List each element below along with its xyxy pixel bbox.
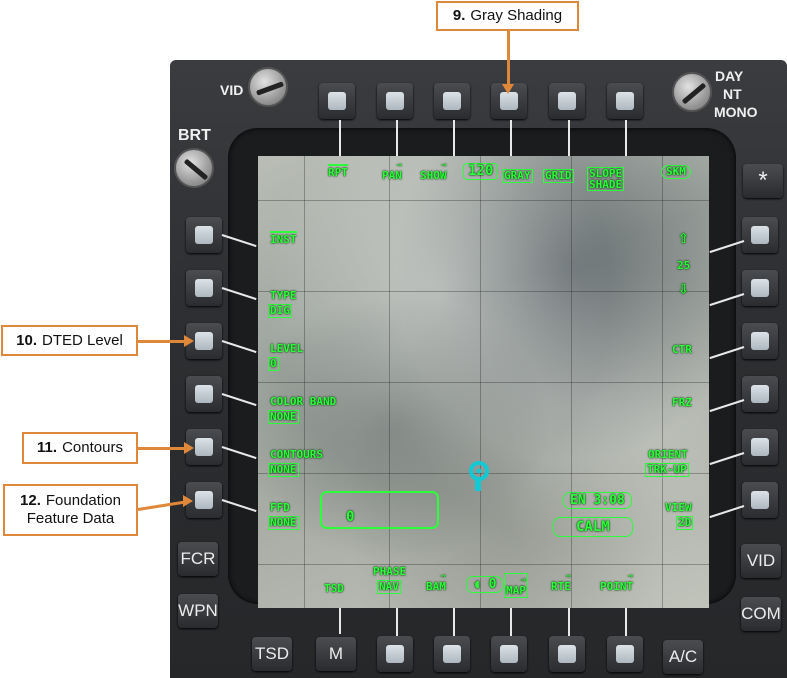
- show-label: ➞ SHOW: [420, 161, 447, 182]
- ownship-icon: [468, 460, 490, 497]
- contours-value: NONE: [268, 463, 299, 477]
- bam-label: ➞ BAM: [426, 572, 446, 593]
- pan-label: ➞ PAN: [382, 161, 402, 182]
- range-down-arrow-icon: ⇩: [678, 278, 689, 299]
- b4-button[interactable]: [549, 636, 585, 672]
- l1-button[interactable]: [186, 217, 222, 253]
- t3-button[interactable]: [434, 83, 470, 119]
- fcr-button[interactable]: FCR: [178, 542, 218, 576]
- dted-level-label: LEVEL: [270, 342, 304, 355]
- mono-mode-label: MONO: [714, 104, 758, 120]
- callout-gray-shading: 9. Gray Shading: [436, 1, 579, 31]
- vid-knob-label: VID: [220, 82, 244, 98]
- m-button[interactable]: M: [316, 637, 356, 671]
- slope-shade-option: SLOPE SHADE: [587, 167, 625, 191]
- orient-label: ORIENT: [648, 448, 688, 461]
- orient-value: TRK-UP: [645, 463, 689, 477]
- rte-label: ➞ RTE: [551, 572, 571, 593]
- nt-mode-label: NT: [723, 86, 742, 102]
- skm-label: SKM: [661, 165, 691, 179]
- range-value: 25: [677, 259, 691, 272]
- wpn-button[interactable]: WPN: [178, 594, 218, 628]
- view-value: 2D: [676, 516, 694, 530]
- color-band-label: COLOR BAND: [270, 395, 337, 408]
- r2-button[interactable]: [742, 270, 778, 306]
- map-type-label: TYPE: [270, 289, 297, 302]
- l2-button[interactable]: [186, 270, 222, 306]
- r5-button[interactable]: [742, 429, 778, 465]
- ffd-value: NONE: [268, 516, 299, 530]
- scratchpad-value: 0: [346, 509, 355, 525]
- view-label: VIEW: [665, 501, 692, 514]
- map-type-value: DIG: [268, 304, 292, 318]
- phase-label: PHASE: [373, 565, 407, 578]
- b3-button[interactable]: [491, 636, 527, 672]
- b1-button[interactable]: [377, 636, 413, 672]
- wind-readout: CALM: [553, 517, 633, 537]
- vid-knob[interactable]: [248, 67, 288, 107]
- map-option: ➞ MAP: [504, 573, 528, 598]
- t6-button[interactable]: [607, 83, 643, 119]
- r1-button[interactable]: [742, 217, 778, 253]
- contours-label: CONTOURS: [270, 448, 323, 461]
- frz-label: FRZ: [672, 396, 692, 409]
- clock-readout: EN 3:08: [563, 492, 632, 509]
- day-mode-label: DAY: [715, 68, 744, 84]
- t1-button[interactable]: [319, 83, 355, 119]
- phase-value: NAV: [377, 580, 401, 594]
- vid-button[interactable]: VID: [741, 544, 781, 578]
- inst-label: INST: [270, 231, 297, 246]
- gray-shading-option: GRAY: [502, 169, 533, 183]
- brt-knob[interactable]: [174, 148, 214, 188]
- range-up-arrow-icon: ⇧: [678, 227, 689, 248]
- color-band-value: NONE: [268, 410, 299, 424]
- grid-option: GRID: [543, 169, 574, 183]
- b5-button[interactable]: [607, 636, 643, 672]
- l4-button[interactable]: [186, 376, 222, 412]
- t2-button[interactable]: [377, 83, 413, 119]
- callout-contours: 11. Contours: [22, 432, 138, 464]
- r3-button[interactable]: [742, 323, 778, 359]
- map-scale-box: 120: [463, 163, 499, 180]
- point-label: ➞ POINT: [600, 572, 634, 593]
- callout-arrow-icon: [184, 442, 194, 454]
- com-button[interactable]: COM: [741, 597, 781, 631]
- b2-button[interactable]: [434, 636, 470, 672]
- star-button[interactable]: *: [743, 164, 783, 198]
- r6-button[interactable]: [742, 482, 778, 518]
- day-nt-mono-knob[interactable]: [672, 72, 712, 112]
- scratchpad: [320, 491, 439, 529]
- ctr-label: CTR: [672, 343, 692, 356]
- callout-arrow-icon: [183, 495, 193, 507]
- brt-knob-label: BRT: [178, 127, 211, 144]
- callout-dted-level: 10. DTED Level: [1, 325, 138, 356]
- ffd-label: FFD: [270, 501, 290, 514]
- bottom-zero-box: ◖ 0: [466, 576, 504, 593]
- callout-ffd: 12. Foundation Feature Data: [3, 484, 138, 536]
- rpt-label: RPT: [328, 164, 348, 179]
- r4-button[interactable]: [742, 376, 778, 412]
- dted-level-value: 0: [268, 357, 279, 371]
- ac-button[interactable]: A/C: [663, 640, 703, 674]
- callout-arrow-icon: [184, 335, 194, 347]
- tsd-page-label: TSD: [324, 582, 344, 595]
- callout-arrow-icon: [502, 84, 514, 94]
- tsd-map-display: [258, 156, 709, 608]
- t5-button[interactable]: [549, 83, 585, 119]
- tsd-button[interactable]: TSD: [252, 637, 292, 671]
